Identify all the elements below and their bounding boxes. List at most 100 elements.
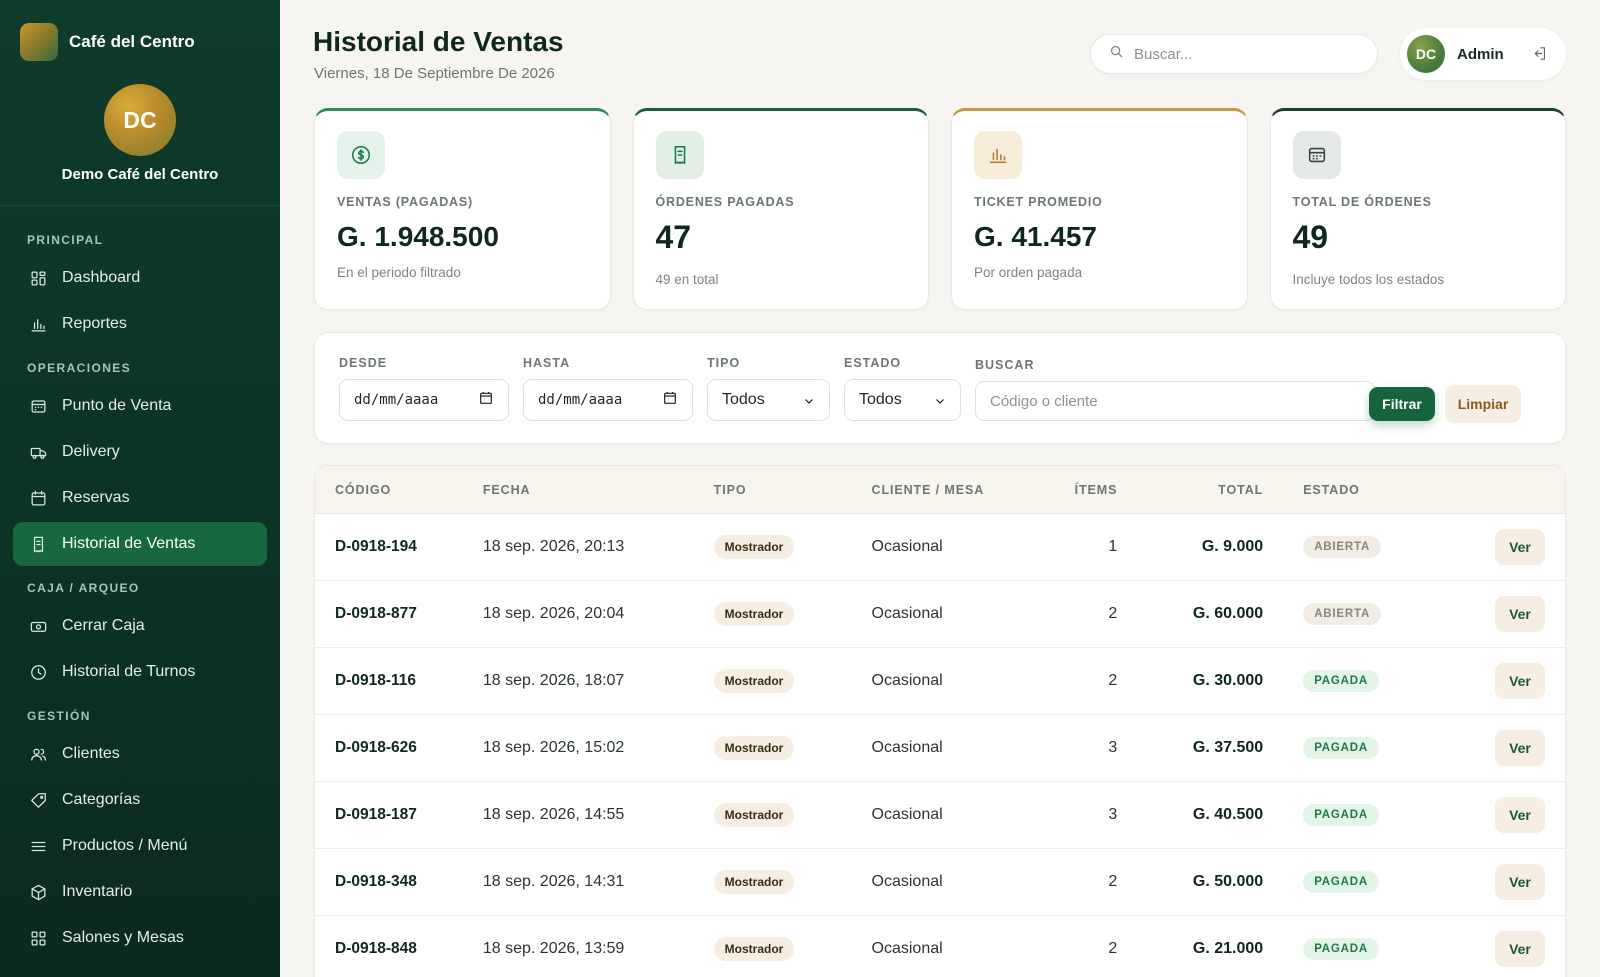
table-row[interactable]: D-0918-348 18 sep. 2026, 14:31 Mostrador… [315,849,1565,916]
logout-icon[interactable] [1531,45,1549,63]
table-row[interactable]: D-0918-877 18 sep. 2026, 20:04 Mostrador… [315,581,1565,648]
ver-button[interactable]: Ver [1494,730,1545,766]
hasta-date-input[interactable]: dd/mm/aaaa [523,379,693,421]
ver-button[interactable]: Ver [1494,596,1545,632]
cell-items: 2 [1108,873,1118,890]
buscar-label: BUSCAR [975,358,1035,372]
stat-card-ventas: VENTAS (PAGADAS) G. 1.948.500 En el peri… [314,108,611,310]
cell-total: G. 50.000 [1192,873,1264,890]
ver-button[interactable]: Ver [1494,797,1545,833]
cell-tipo: Mostrador [713,736,872,760]
table-row[interactable]: D-0918-116 18 sep. 2026, 18:07 Mostrador… [315,648,1565,715]
status-badge: PAGADA [1303,871,1379,893]
table-row[interactable]: D-0918-626 18 sep. 2026, 15:02 Mostrador… [315,715,1565,782]
sidebar-item-reservas[interactable]: Reservas [13,476,267,520]
user-menu[interactable]: DC Admin [1400,28,1566,80]
stat-card-ticket-promedio: TICKET PROMEDIO G. 41.457 Por orden paga… [951,108,1248,310]
table-row[interactable]: D-0918-194 18 sep. 2026, 20:13 Mostrador… [315,514,1565,581]
cell-items: 3 [1108,739,1118,756]
th-cliente[interactable]: CLIENTE / MESA [872,483,1052,497]
th-items[interactable]: ÍTEMS [1051,483,1117,497]
ver-button[interactable]: Ver [1494,931,1545,967]
tipo-select[interactable]: Todos [707,379,830,421]
sidebar-item-label: Productos / Menú [62,837,188,854]
ver-button[interactable]: Ver [1494,529,1545,565]
table-row[interactable]: D-0918-848 18 sep. 2026, 13:59 Mostrador… [315,916,1565,977]
cell-actions: Ver [1403,797,1565,833]
limpiar-button[interactable]: Limpiar [1445,385,1521,423]
type-badge: Mostrador [713,602,795,626]
search-input[interactable] [1134,45,1354,63]
cell-fecha: 18 sep. 2026, 13:59 [482,940,625,957]
sidebar-item-cerrar-caja[interactable]: Cerrar Caja [13,604,267,648]
cell-total: G. 37.500 [1192,739,1264,756]
type-badge: Mostrador [713,803,795,827]
cell-codigo: D-0918-348 [335,873,417,890]
table-row[interactable]: D-0918-187 18 sep. 2026, 14:55 Mostrador… [315,782,1565,849]
global-search[interactable] [1090,34,1378,74]
stat-value: 47 [655,219,692,255]
status-badge: PAGADA [1303,670,1379,692]
buscar-input[interactable]: Código o cliente [975,381,1375,421]
sidebar-item-historial-de-ventas[interactable]: Historial de Ventas [13,522,267,566]
estado-selected: Todos [859,391,902,408]
estado-select[interactable]: Todos [844,379,961,421]
sidebar-item-clientes[interactable]: Clientes [13,732,267,776]
desde-date-input[interactable]: dd/mm/aaaa [339,379,509,421]
stat-subtext: 49 en total [655,272,719,287]
sidebar-item-categorias[interactable]: Categorías [13,778,267,822]
th-codigo[interactable]: CÓDIGO [315,483,483,497]
page-title: Historial de Ventas [313,26,564,57]
table-header: CÓDIGO FECHA TIPO CLIENTE / MESA ÍTEMS T… [315,466,1565,514]
cell-fecha: 18 sep. 2026, 15:02 [482,739,625,756]
sidebar-item-label: Clientes [62,745,120,762]
cell-cliente: Ocasional [871,806,943,823]
th-estado[interactable]: ESTADO [1263,483,1403,497]
ver-button[interactable]: Ver [1494,864,1545,900]
table-body: D-0918-194 18 sep. 2026, 20:13 Mostrador… [315,514,1565,977]
cell-codigo: D-0918-187 [335,806,417,823]
cell-fecha: 18 sep. 2026, 18:07 [482,672,625,689]
sidebar-item-label: Salones y Mesas [62,929,184,946]
calendar-icon [28,488,48,508]
sidebar-item-inventario[interactable]: Inventario [13,870,267,914]
cell-fecha: 18 sep. 2026, 20:13 [482,538,625,555]
cell-codigo: D-0918-877 [335,605,417,622]
calendar-icon[interactable] [662,390,678,410]
th-total[interactable]: TOTAL [1117,483,1263,497]
sidebar-item-delivery[interactable]: Delivery [13,430,267,474]
filtrar-button[interactable]: Filtrar [1369,387,1435,421]
filter-panel: DESDE dd/mm/aaaa HASTA dd/mm/aaaa TIPO T… [314,332,1566,444]
sidebar-item-dashboard[interactable]: Dashboard [13,256,267,300]
users-icon [28,744,48,764]
stat-card-ordenes-pagadas: ÓRDENES PAGADAS 47 49 en total [632,108,929,310]
sidebar-item-reportes[interactable]: Reportes [13,302,267,346]
sidebar-item-label: Categorías [62,791,141,808]
cell-estado: ABIERTA [1263,536,1403,558]
th-fecha[interactable]: FECHA [483,483,714,497]
box-icon [28,882,48,902]
cell-estado: PAGADA [1263,871,1403,893]
ver-button[interactable]: Ver [1494,663,1545,699]
chevron-down-icon [934,394,946,406]
calendar-icon[interactable] [478,390,494,410]
sidebar-item-historial-de-turnos[interactable]: Historial de Turnos [13,650,267,694]
type-badge: Mostrador [713,937,795,961]
receipt-icon [28,534,48,554]
th-tipo[interactable]: TIPO [714,483,872,497]
stat-subtext: Incluye todos los estados [1292,272,1445,287]
cell-actions: Ver [1403,663,1565,699]
status-badge: ABIERTA [1303,536,1382,558]
sidebar-item-salones-y-mesas[interactable]: Salones y Mesas [13,916,267,960]
sidebar-item-punto-de-venta[interactable]: Punto de Venta [13,384,267,428]
search-icon [1109,44,1124,64]
sidebar-item-label: Punto de Venta [62,397,172,414]
sidebar-item-productos-menu[interactable]: Productos / Menú [13,824,267,868]
cell-actions: Ver [1403,864,1565,900]
cell-actions: Ver [1403,931,1565,967]
cell-items: 1 [1108,538,1118,555]
desde-value: dd/mm/aaaa [354,392,439,408]
stat-subtext: En el periodo filtrado [337,265,461,280]
cell-tipo: Mostrador [713,803,872,827]
brand[interactable]: Café del Centro [0,0,280,62]
